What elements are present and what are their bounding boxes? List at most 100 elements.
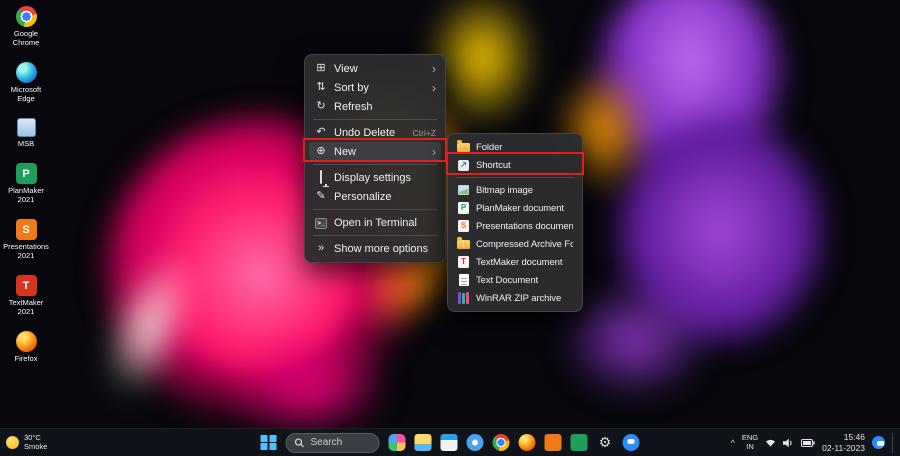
menu-item-undo-delete[interactable]: ↶ Undo Delete Ctrl+Z [309, 123, 441, 142]
desktop-icon-microsoft-edge[interactable]: Microsoft Edge [0, 62, 52, 103]
menu-item-label: Personalize [334, 190, 392, 203]
planmaker-taskbar-icon[interactable] [570, 434, 588, 451]
view-icon: ⊞ [316, 62, 326, 74]
battery-icon[interactable] [801, 438, 815, 447]
desktop-icon-google-chrome[interactable]: Google Chrome [0, 6, 52, 47]
desktop-icon-label: Firefox [14, 354, 38, 363]
chrome-taskbar-icon[interactable] [492, 434, 510, 451]
submenu-item-text-document[interactable]: Text Document [452, 271, 578, 289]
presentations-taskbar-icon[interactable] [544, 434, 562, 451]
desktop-icon-planmaker[interactable]: P PlanMaker 2021 [0, 163, 52, 204]
chevron-right-icon [432, 82, 436, 94]
refresh-icon: ↻ [316, 100, 326, 112]
submenu-item-presentations-document[interactable]: S Presentations document [452, 217, 578, 235]
menu-divider [313, 164, 437, 165]
search-icon [294, 437, 304, 447]
submenu-item-label: WinRAR ZIP archive [476, 292, 562, 304]
menu-divider [313, 119, 437, 120]
system-tray: ^ ENG IN 15:46 02-11-2023 [731, 432, 895, 453]
planmaker-icon: P [15, 163, 37, 184]
volume-icon[interactable] [783, 438, 794, 448]
context-menu: ⊞ View ⇅ Sort by ↻ Refresh ↶ Undo Delete… [304, 54, 446, 263]
file-explorer-icon[interactable] [414, 434, 432, 451]
desktop-icons: Google Chrome Microsoft Edge MSB P PlanM… [0, 6, 52, 363]
search-box[interactable]: Search [285, 432, 380, 453]
menu-item-label: Show more options [334, 242, 429, 255]
chevron-right-icon [432, 63, 436, 75]
menu-divider [313, 209, 437, 210]
new-submenu: Folder ↗ Shortcut Bitmap image P PlanMak… [447, 133, 583, 312]
textmaker-icon: T [15, 275, 37, 296]
submenu-item-label: Compressed Archive Folder [476, 238, 573, 250]
more-options-icon: » [317, 242, 325, 254]
store-icon[interactable] [440, 434, 458, 451]
desktop-icon-textmaker[interactable]: T TextMaker 2021 [0, 275, 52, 316]
photos-icon[interactable] [466, 434, 484, 451]
weather-condition: Smoke [24, 441, 48, 451]
menu-item-personalize[interactable]: ✎ Personalize [309, 187, 441, 206]
submenu-item-planmaker-document[interactable]: P PlanMaker document [452, 199, 578, 217]
presentations-icon: S [15, 219, 37, 240]
taskbar-center: Search [260, 432, 640, 453]
desktop-icon-presentations[interactable]: S Presentations 2021 [0, 219, 52, 260]
show-desktop-button[interactable] [892, 432, 895, 453]
submenu-item-label: Presentations document [476, 220, 573, 232]
submenu-item-label: Folder [476, 141, 503, 153]
menu-item-sort-by[interactable]: ⇅ Sort by [309, 78, 441, 97]
menu-item-label: New [334, 145, 357, 158]
undo-icon: ↶ [316, 126, 326, 138]
submenu-item-winrar-zip-archive[interactable]: WinRAR ZIP archive [452, 289, 578, 307]
textmaker-document-icon: T [457, 256, 470, 268]
submenu-item-label: Shortcut [476, 159, 511, 171]
folder-icon [457, 140, 470, 152]
menu-item-open-in-terminal[interactable]: >_ Open in Terminal [309, 213, 441, 232]
chat-icon[interactable] [622, 434, 640, 451]
tray-date: 02-11-2023 [822, 442, 865, 453]
submenu-item-textmaker-document[interactable]: T TextMaker document [452, 253, 578, 271]
presentations-document-icon: S [457, 220, 470, 232]
chevron-right-icon [432, 146, 436, 158]
menu-item-show-more-options[interactable]: » Show more options [309, 239, 441, 258]
bitmap-image-icon [457, 185, 470, 195]
menu-item-view[interactable]: ⊞ View [309, 59, 441, 78]
msb-icon [16, 118, 36, 137]
planmaker-document-icon: P [457, 202, 470, 214]
text-document-icon [457, 274, 470, 286]
display-icon [314, 170, 328, 184]
start-button[interactable] [260, 434, 277, 451]
widgets-icon[interactable] [388, 434, 406, 451]
menu-item-label: View [334, 62, 358, 75]
language-indicator[interactable]: ENG IN [742, 433, 758, 451]
clock[interactable]: 15:46 02-11-2023 [822, 432, 865, 452]
firefox-taskbar-icon[interactable] [518, 434, 536, 451]
menu-item-refresh[interactable]: ↻ Refresh [309, 97, 441, 116]
edge-icon [15, 62, 37, 83]
menu-item-label: Undo Delete [334, 126, 396, 139]
desktop-icon-label: Google Chrome [12, 29, 40, 47]
submenu-item-label: Bitmap image [476, 184, 533, 196]
region-code: IN [746, 441, 754, 451]
settings-gear-icon[interactable] [597, 434, 614, 451]
submenu-item-compressed-archive-folder[interactable]: Compressed Archive Folder [452, 235, 578, 253]
desktop-icon-msb[interactable]: MSB [0, 118, 52, 148]
menu-item-display-settings[interactable]: Display settings [309, 168, 441, 187]
menu-item-new[interactable]: ⊕ New [309, 142, 441, 161]
personalize-icon: ✎ [316, 190, 326, 202]
submenu-item-folder[interactable]: Folder [452, 138, 578, 156]
desktop-icon-label: Presentations 2021 [3, 242, 49, 260]
terminal-icon: >_ [315, 217, 327, 229]
submenu-item-bitmap-image[interactable]: Bitmap image [452, 181, 578, 199]
tray-overflow-chevron-icon[interactable]: ^ [731, 438, 735, 448]
menu-item-label: Open in Terminal [334, 216, 417, 229]
chrome-icon [15, 6, 37, 27]
shortcut-icon: ↗ [457, 159, 470, 171]
menu-item-label: Display settings [334, 171, 412, 184]
notification-icon[interactable] [872, 436, 885, 449]
submenu-item-shortcut[interactable]: ↗ Shortcut [452, 156, 578, 174]
weather-widget[interactable]: 30°C Smoke [6, 433, 48, 451]
taskbar: 30°C Smoke Search ^ ENG IN [0, 428, 900, 456]
network-icon[interactable] [765, 438, 776, 447]
submenu-item-label: Text Document [476, 274, 539, 286]
keyboard-shortcut: Ctrl+Z [412, 127, 436, 138]
desktop-icon-firefox[interactable]: Firefox [0, 331, 52, 363]
